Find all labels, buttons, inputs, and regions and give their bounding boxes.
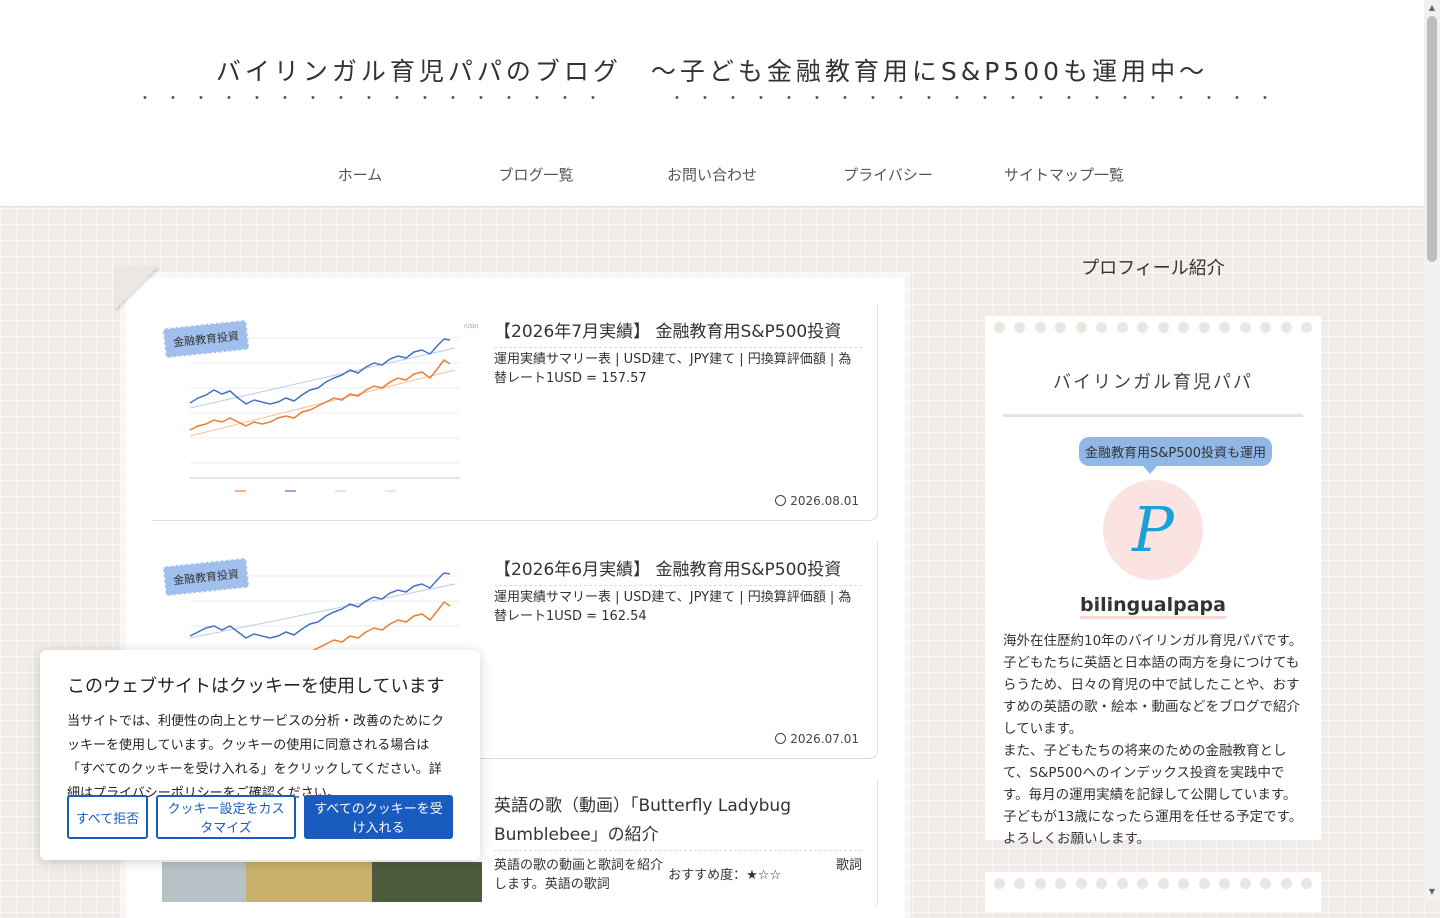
post-snippet: 運用実績サマリー表 | USD建て、JPY建て | 円換算評価額 | 為替レート… (494, 352, 852, 386)
scroll-thumb[interactable] (1427, 16, 1437, 262)
snippet-right: おすすめ度：★☆☆ (668, 868, 782, 883)
scroll-down-arrow-icon[interactable]: ▼ (1427, 887, 1437, 897)
cookie-accept-all-button[interactable]: すべてのクッキーを受け入れる (304, 795, 453, 839)
cookie-customize-button[interactable]: クッキー設定をカスタマイズ (156, 795, 296, 839)
post-date-text: 2026.08.01 (790, 494, 859, 508)
post-card[interactable]: (USD) 金融教育投資 【2026年7月実績】 金融教育用S&P500投資 運… (152, 304, 878, 521)
nav-privacy[interactable]: プライバシー (800, 164, 976, 185)
scroll-up-arrow-icon[interactable]: ▲ (1427, 3, 1437, 13)
snippet-tail: 歌詞 (835, 858, 862, 873)
post-thumbnail-books[interactable] (162, 862, 482, 902)
post-date: 2026.07.01 (775, 732, 859, 746)
snippet-left: 英語の歌の動画と歌詞を紹介します。英語の歌詞 (494, 858, 664, 892)
profile-username[interactable]: bilingualpapa (985, 594, 1321, 619)
title-emphasis-dots: ・・・・・・・・・・・・・・・・・ ・・・・・・・・・・・・・・・・・・・・・・ (138, 91, 1286, 107)
post-thumbnail-chart[interactable]: (USD) 金融教育投資 (160, 318, 482, 498)
post-snippet: 英語の歌の動画と歌詞を紹介します。英語の歌詞 おすすめ度：★☆☆ 歌詞 (494, 856, 862, 894)
dots-decoration (985, 322, 1321, 334)
bio-paragraph: 海外在住歴約10年のバイリンガル育児パパです。子どもたちに英語と日本語の両方を身… (1003, 633, 1303, 737)
profile-display-name: バイリンガル育児パパ (1003, 368, 1303, 417)
username-text: bilingualpapa (1080, 594, 1226, 619)
post-snippet: 運用実績サマリー表 | USD建て、JPY建て | 円換算評価額 | 為替レート… (494, 590, 852, 624)
site-header: バイリンガル育児パパのブログ ～子ども金融教育用にS&P500も運用中～ ・・・… (0, 0, 1424, 207)
profile-speech-bubble: 金融教育用S&P500投資も運用 (1079, 437, 1273, 474)
book-cover-thumb (162, 862, 246, 902)
avatar-letter: P (1132, 493, 1174, 566)
post-title[interactable]: 【2026年7月実績】 金融教育用S&P500投資 (494, 318, 862, 348)
sidebar-heading: プロフィール紹介 (1081, 258, 1225, 279)
nav-home[interactable]: ホーム (272, 164, 448, 185)
site-title[interactable]: バイリンガル育児パパのブログ ～子ども金融教育用にS&P500も運用中～ (0, 52, 1424, 88)
sidebar-widget-next (985, 872, 1321, 912)
dots-decoration (985, 878, 1321, 890)
page-scrollbar[interactable]: ▲ ▼ (1424, 0, 1440, 900)
book-cover-thumb (372, 862, 482, 902)
svg-text:(USD): (USD) (464, 324, 479, 330)
cookie-reject-button[interactable]: すべて拒否 (67, 795, 148, 839)
clock-icon (775, 495, 787, 506)
cookie-title: このウェブサイトはクッキーを使用しています (67, 676, 445, 697)
bio-paragraph: また、子どもたちの将来のための金融教育として、S&P500へのインデックス投資を… (1003, 743, 1303, 847)
post-title[interactable]: 【2026年6月実績】 金融教育用S&P500投資 (494, 556, 862, 586)
clock-icon (775, 733, 787, 744)
profile-widget: バイリンガル育児パパ 金融教育用S&P500投資も運用 P bilingualp… (985, 316, 1321, 847)
cookie-text: 当サイトでは、利便性の向上とサービスの分析・改善のためにクッキーを使用しています… (67, 714, 445, 801)
main-nav: ホーム ブログ一覧 お問い合わせ プライバシー サイトマップ一覧 (272, 164, 1152, 185)
avatar[interactable]: P (1103, 480, 1203, 580)
post-date: 2026.08.01 (775, 494, 859, 508)
nav-sitemap[interactable]: サイトマップ一覧 (976, 164, 1152, 185)
post-date-text: 2026.07.01 (790, 732, 859, 746)
nav-blog-list[interactable]: ブログ一覧 (448, 164, 624, 185)
cookie-consent-dialog: このウェブサイトはクッキーを使用しています 当サイトでは、利便性の向上とサービス… (40, 650, 480, 860)
nav-contact[interactable]: お問い合わせ (624, 164, 800, 185)
post-title[interactable]: 英語の歌（動画）「Butterfly Ladybug Bumblebee」の紹介 (494, 792, 862, 851)
profile-bio: 海外在住歴約10年のバイリンガル育児パパです。子どもたちに英語と日本語の両方を身… (1003, 630, 1303, 850)
book-cover-thumb (246, 862, 372, 902)
